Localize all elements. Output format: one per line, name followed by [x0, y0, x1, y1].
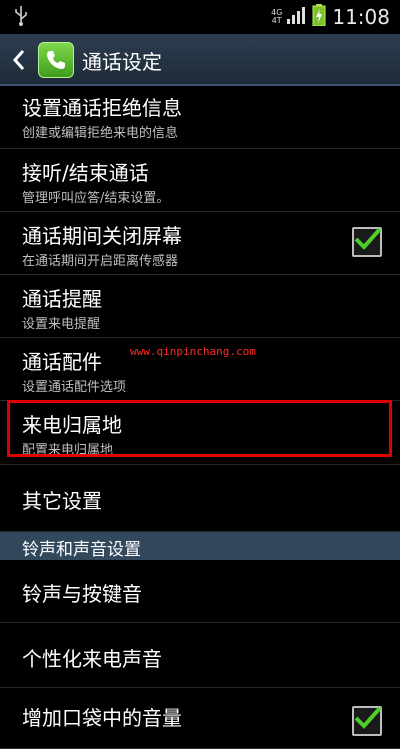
item-title: 通话配件 [22, 350, 102, 374]
network-sub: 4T [271, 16, 282, 25]
item-title: 增加口袋中的音量 [22, 706, 182, 730]
list-item-reject-messages[interactable]: 设置通话拒绝信息 创建或编辑拒绝来电的信息 [0, 86, 400, 149]
section-header-sound: 铃声和声音设置 [0, 532, 400, 560]
list-item-pocket-volume[interactable]: 增加口袋中的音量 [0, 688, 400, 749]
checkmark-icon [354, 227, 382, 250]
list-item-other-settings[interactable]: 其它设置 [0, 465, 400, 532]
item-subtitle: 设置通话配件选项 [22, 380, 127, 395]
item-subtitle: 设置来电提醒 [22, 317, 101, 332]
item-title: 接听/结束通话 [22, 161, 149, 185]
list-item-personalized-call-sound[interactable]: 个性化来电声音 [0, 623, 400, 688]
battery-charging-icon [312, 4, 326, 30]
item-title: 设置通话拒绝信息 [22, 96, 182, 120]
item-title: 其它设置 [22, 489, 102, 513]
item-title: 个性化来电声音 [22, 647, 162, 671]
signal-icon [286, 6, 308, 28]
item-subtitle: 创建或编辑拒绝来电的信息 [22, 126, 179, 141]
checkmark-icon [354, 706, 382, 729]
page-title: 通话设定 [82, 50, 162, 74]
item-title: 铃声与按键音 [22, 582, 142, 606]
list-item-ringtone-keytones[interactable]: 铃声与按键音 [0, 560, 400, 623]
clock: 11:08 [332, 5, 390, 29]
action-bar: 通话设定 [0, 34, 400, 86]
settings-list: 设置通话拒绝信息 创建或编辑拒绝来电的信息 接听/结束通话 管理呼叫应答/结束设… [0, 86, 400, 749]
item-title: 通话期间关闭屏幕 [22, 224, 182, 248]
network-type-label: 4G 4T [271, 9, 282, 25]
item-title: 通话提醒 [22, 287, 102, 311]
item-subtitle: 配置来电归属地 [22, 443, 114, 458]
item-subtitle: 在通话期间开启距离传感器 [22, 254, 179, 269]
item-subtitle: 管理呼叫应答/结束设置。 [22, 191, 170, 206]
phone-icon[interactable] [38, 42, 74, 78]
list-item-call-alert[interactable]: 通话提醒 设置来电提醒 [0, 275, 400, 338]
watermark: www.qinpinchang.com [130, 345, 256, 358]
pocket-volume-checkbox[interactable] [352, 706, 382, 736]
item-title: 来电归属地 [22, 413, 122, 437]
usb-icon [14, 6, 28, 30]
screen-off-checkbox[interactable] [352, 227, 382, 257]
list-item-caller-location[interactable]: 来电归属地 配置来电归属地 [0, 401, 400, 465]
list-item-screen-off-during-call[interactable]: 通话期间关闭屏幕 在通话期间开启距离传感器 [0, 212, 400, 275]
status-bar: 4G 4T 11:08 [0, 0, 400, 34]
list-item-answer-end-call[interactable]: 接听/结束通话 管理呼叫应答/结束设置。 [0, 149, 400, 212]
chevron-left-icon[interactable] [12, 49, 26, 75]
section-label: 铃声和声音设置 [22, 540, 141, 560]
